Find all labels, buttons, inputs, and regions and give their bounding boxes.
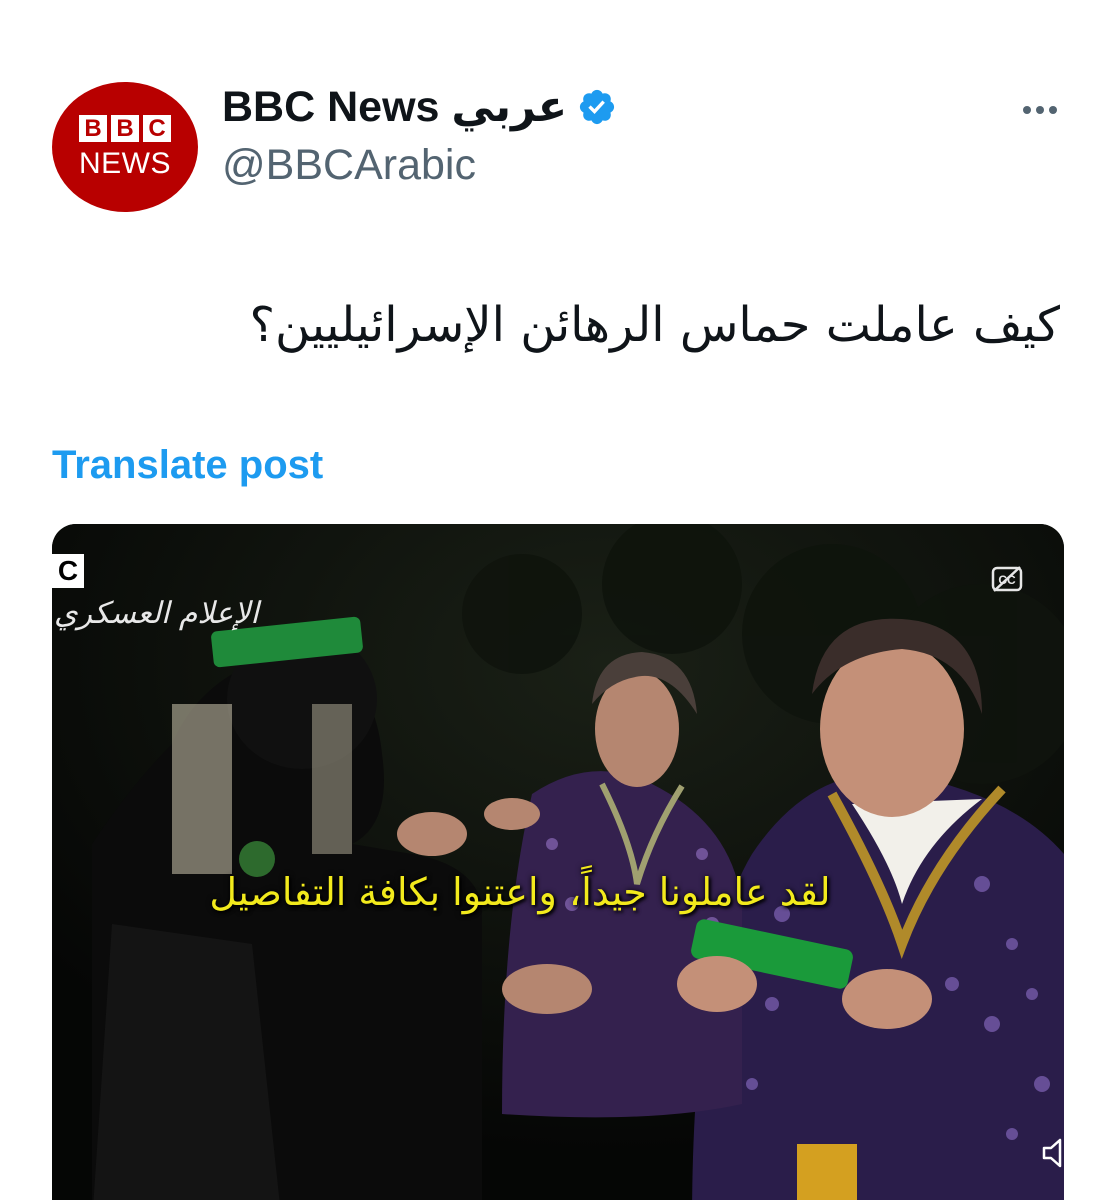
bbc-news-word: NEWS	[79, 146, 171, 180]
dot	[1023, 106, 1031, 114]
muted-speaker-icon[interactable]	[1040, 1136, 1080, 1170]
bbc-logo-block: B	[79, 114, 107, 142]
bbc-logo-block: B	[111, 114, 139, 142]
video-subtitle: لقد عاملونا جيداً، واعتنوا بكافة التفاصي…	[209, 870, 831, 914]
avatar[interactable]: B B C NEWS	[52, 82, 198, 212]
translate-post-link[interactable]: Translate post	[52, 440, 323, 490]
post-text: كيف عاملت حماس الرهائن الإسرائيليين؟	[249, 297, 1060, 353]
channel-logo: C	[52, 554, 84, 588]
dot	[1036, 106, 1044, 114]
author-display-name[interactable]: BBC News عربي	[222, 82, 567, 132]
bbc-logo-block: C	[143, 114, 171, 142]
tweet-detail-page: B B C NEWS BBC News عربي @BBCArabic كيف …	[0, 0, 1116, 1200]
author-name-row[interactable]: BBC News عربي	[222, 82, 617, 132]
bbc-logo: B B C	[79, 114, 171, 142]
dot	[1049, 106, 1057, 114]
more-options-icon[interactable]	[1020, 100, 1060, 120]
closed-captions-icon[interactable]: CC	[990, 564, 1024, 594]
video-watermark: الإعلام العسكري	[54, 596, 259, 631]
author-handle[interactable]: @BBCArabic	[222, 140, 476, 190]
verified-badge-icon	[580, 89, 615, 125]
